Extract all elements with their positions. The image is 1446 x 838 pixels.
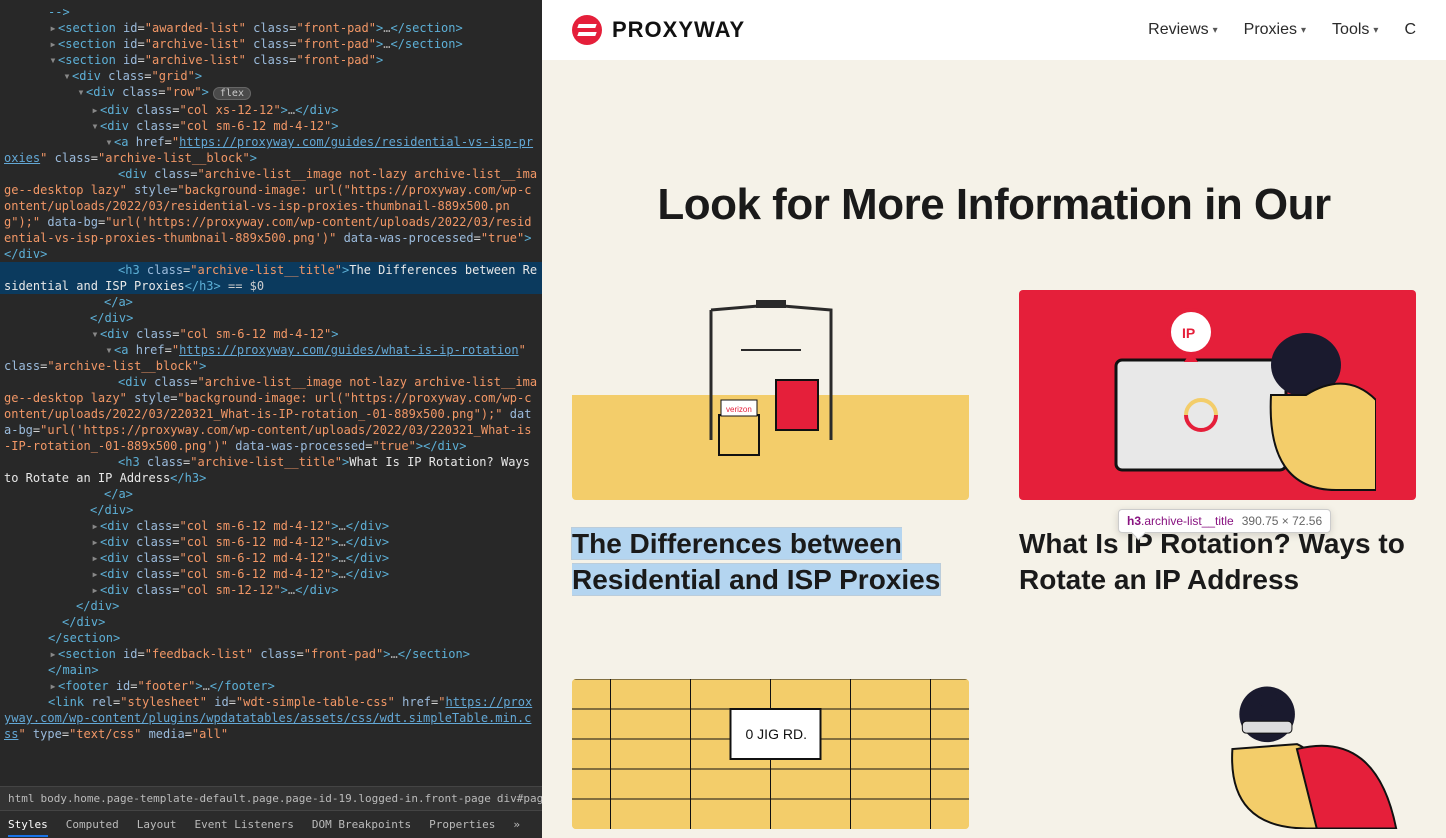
nav-proxies[interactable]: Proxies▾ [1244,21,1306,39]
nav-tools[interactable]: Tools▾ [1332,21,1378,39]
page-preview: PROXYWAY Reviews▾ Proxies▾ Tools▾ C Look… [542,0,1446,838]
site-header: PROXYWAY Reviews▾ Proxies▾ Tools▾ C [542,0,1446,60]
breadcrumb-item[interactable]: html [8,792,35,805]
card-4[interactable] [1019,679,1416,829]
tab-computed[interactable]: Computed [66,818,119,831]
more-tabs-icon[interactable]: » [513,818,520,831]
tab-properties[interactable]: Properties [429,818,495,831]
tab-styles[interactable]: Styles [8,818,48,837]
tooltip-dimensions: 390.75 × 72.56 [1242,514,1322,528]
svg-text:verizon: verizon [726,405,752,414]
inspect-tooltip: h3.archive-list__title 390.75 × 72.56 [1118,509,1331,533]
styles-tabs: Styles Computed Layout Event Listeners D… [0,810,542,838]
selected-element[interactable]: <h3 class="archive-list__title">The Diff… [0,262,542,294]
card-image: verizon [572,290,969,500]
elements-tree[interactable]: --> ▸<section id="awarded-list" class="f… [0,0,542,786]
breadcrumb[interactable]: html body.home.page-template-default.pag… [0,786,542,810]
svg-text:0 JIG RD.: 0 JIG RD. [746,726,807,742]
tab-event-listeners[interactable]: Event Listeners [194,818,293,831]
breadcrumb-item[interactable]: body.home.page-template-default.page.pag… [41,792,491,805]
chevron-down-icon: ▾ [1213,25,1218,36]
card-title: The Differences between Residential and … [572,526,969,599]
logo-text: PROXYWAY [612,17,745,43]
tab-dom-breakpoints[interactable]: DOM Breakpoints [312,818,411,831]
card-title: What Is IP Rotation? Ways to Rotate an I… [1019,526,1416,599]
logo-icon [572,15,602,45]
hero: Look for More Information in Our [542,60,1446,290]
expand-caret-icon[interactable]: ▾ [48,52,58,68]
card-2[interactable]: IP What Is IP Rotation? Ways to Rotate a… [1019,290,1416,599]
expand-caret-icon[interactable]: ▸ [48,20,58,36]
svg-text:IP: IP [1182,325,1195,341]
comment-close: --> [48,5,70,19]
main-nav: Reviews▾ Proxies▾ Tools▾ C [1148,21,1416,39]
hero-title: Look for More Information in Our [572,180,1416,230]
card-1[interactable]: verizon The Differences between Resident… [572,290,969,599]
tab-layout[interactable]: Layout [137,818,177,831]
card-3[interactable]: 0 JIG RD. [572,679,969,829]
inspected-title: The Differences between Residential and … [572,528,940,595]
devtools-panel: --> ▸<section id="awarded-list" class="f… [0,0,542,838]
card-image: IP [1019,290,1416,500]
nav-more[interactable]: C [1404,21,1416,39]
flex-badge[interactable]: flex [213,87,251,100]
nav-reviews[interactable]: Reviews▾ [1148,21,1218,39]
breadcrumb-item[interactable]: div#pag [497,792,542,805]
logo[interactable]: PROXYWAY [572,15,745,45]
cards-row-2: 0 JIG RD. [542,639,1446,829]
cards-row: verizon The Differences between Resident… [542,290,1446,639]
